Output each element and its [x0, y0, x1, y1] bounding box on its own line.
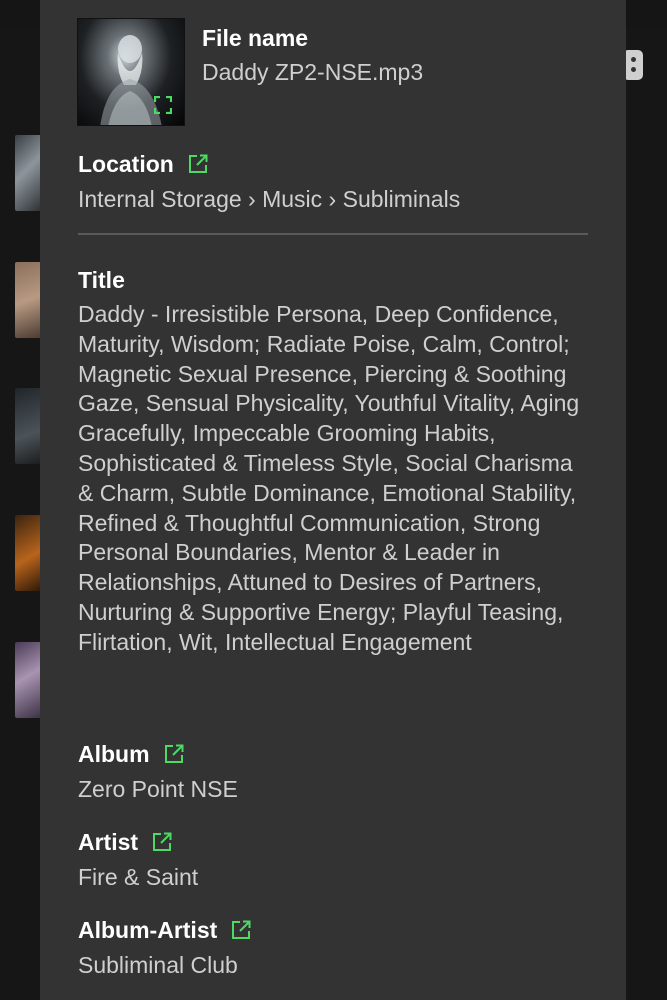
- artist-label-row[interactable]: Artist: [78, 828, 172, 856]
- album-label-row[interactable]: Album: [78, 740, 184, 768]
- external-link-icon[interactable]: [152, 832, 172, 852]
- background-song-thumbnail[interactable]: [15, 135, 43, 211]
- more-options-icon[interactable]: [623, 50, 643, 80]
- album-value: Zero Point NSE: [78, 776, 238, 802]
- background-song-thumbnail[interactable]: [15, 515, 43, 591]
- album-artist-label: Album-Artist: [78, 917, 218, 943]
- file-name-label: File name: [202, 25, 309, 51]
- file-name-value: Daddy ZP2-NSE.mp3: [202, 59, 424, 85]
- song-details-sheet: File name Daddy ZP2-NSE.mp3 Location Int…: [40, 0, 626, 1000]
- external-link-icon[interactable]: [164, 744, 184, 764]
- external-link-icon[interactable]: [188, 154, 208, 174]
- expand-icon: [154, 96, 172, 114]
- divider: [78, 233, 588, 235]
- location-label: Location: [78, 151, 174, 177]
- album-cover: [77, 18, 185, 126]
- location-label-row[interactable]: Location: [78, 150, 208, 178]
- album-artist-value: Subliminal Club: [78, 952, 238, 978]
- background-song-thumbnail[interactable]: [15, 388, 43, 464]
- album-artist-label-row[interactable]: Album-Artist: [78, 916, 251, 944]
- title-value: Daddy - Irresistible Persona, Deep Confi…: [78, 301, 580, 655]
- external-link-icon[interactable]: [231, 920, 251, 940]
- artist-label: Artist: [78, 829, 139, 855]
- location-value: Internal Storage › Music › Subliminals: [78, 186, 461, 212]
- album-label: Album: [78, 741, 150, 767]
- artist-value: Fire & Saint: [78, 864, 199, 890]
- background-song-thumbnail[interactable]: [15, 262, 43, 338]
- background-song-thumbnail[interactable]: [15, 642, 43, 718]
- title-label: Title: [78, 267, 125, 293]
